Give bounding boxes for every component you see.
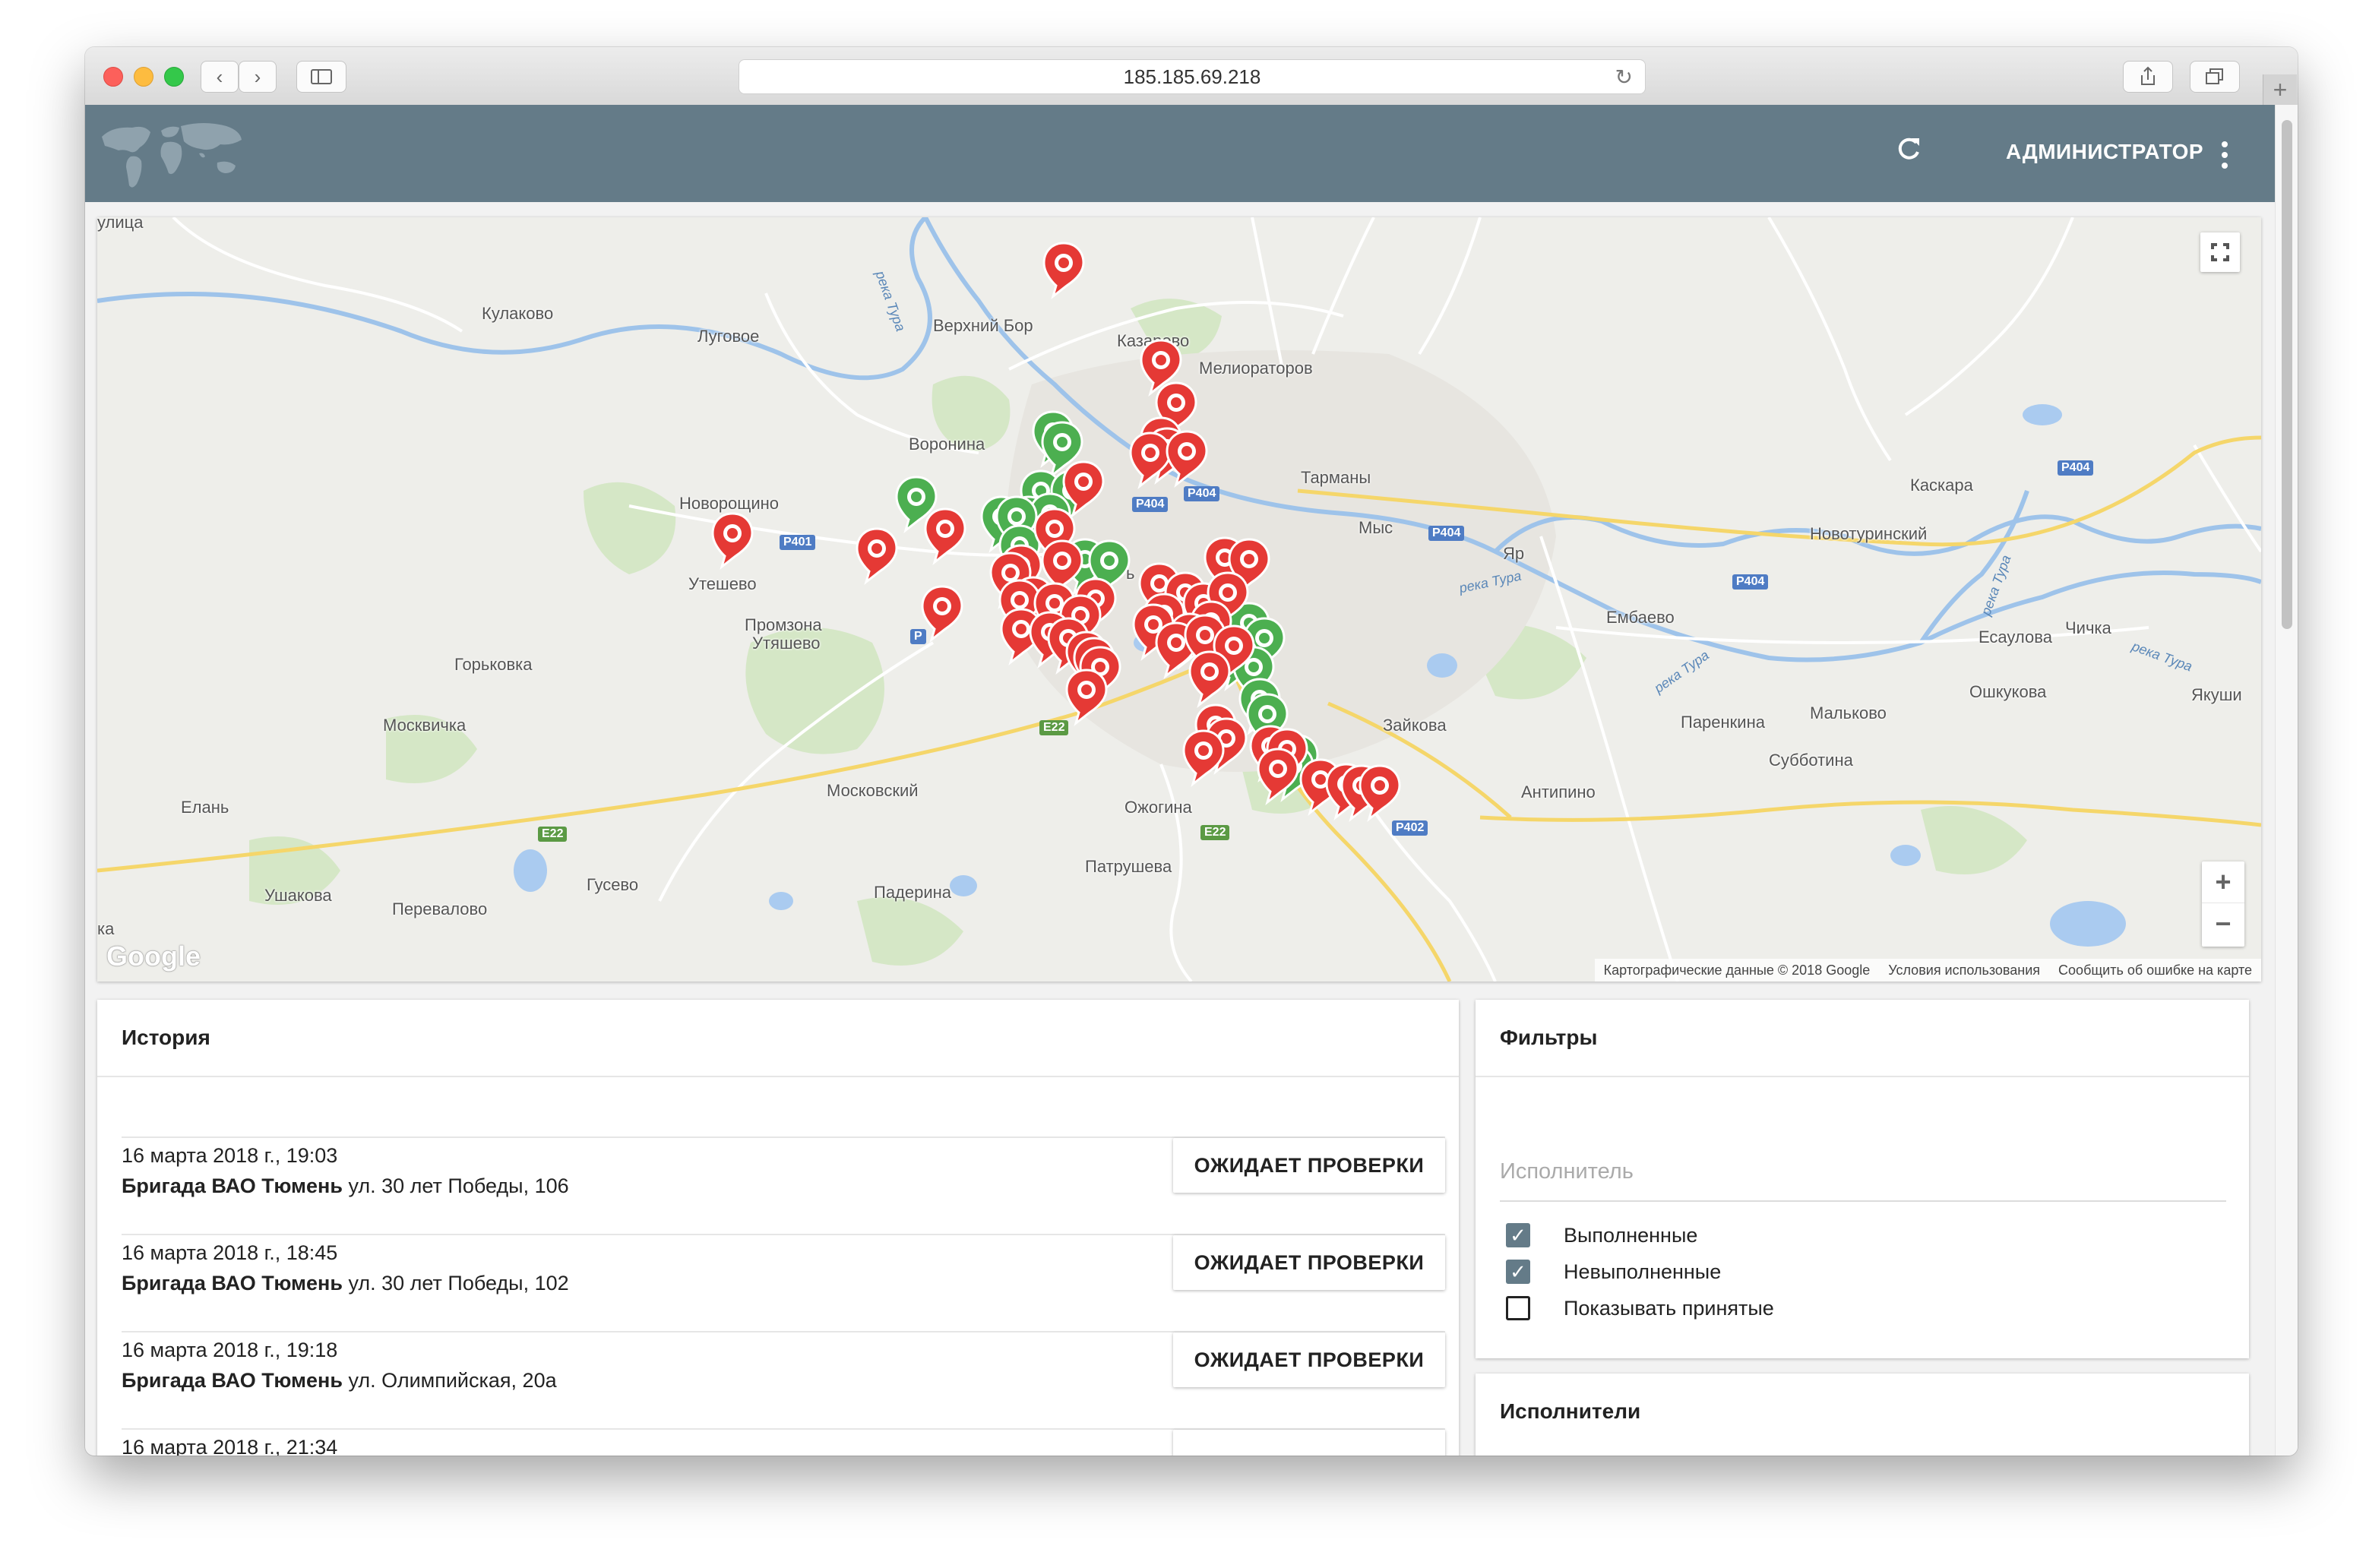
scrollbar-thumb[interactable] (2282, 120, 2292, 629)
red-map-marker-icon[interactable] (856, 527, 898, 586)
history-date: 16 марта 2018 г., 19:03 (122, 1144, 338, 1167)
refresh-icon (1898, 138, 1919, 160)
map-markers-layer (711, 242, 1401, 823)
user-menu-label[interactable]: АДМИНИСТРАТОР (2006, 140, 2203, 164)
tabs-overview-button[interactable] (2190, 61, 2240, 93)
history-team: Бригада ВАО Тюмень (122, 1174, 343, 1197)
red-map-marker-icon[interactable] (924, 507, 966, 566)
red-map-marker-icon[interactable] (1065, 669, 1108, 727)
status-button[interactable] (1173, 1430, 1445, 1456)
browser-window: ‹ › 185.185.69.218 ↻ + АДМИНИСТРАТОР ули… (85, 47, 2298, 1456)
map-view[interactable]: улица Кулаково Луговое Верхний Бор Казар… (97, 217, 2261, 982)
history-address: ул. Олимпийская, 20а (348, 1369, 557, 1392)
filter-show-accepted[interactable]: Показывать принятые (1506, 1293, 1774, 1323)
refresh-button[interactable] (1886, 131, 1931, 176)
fullscreen-icon (2211, 243, 2229, 261)
url-text: 185.185.69.218 (1123, 65, 1261, 88)
attribution-report-link[interactable]: Сообщить об ошибке на карте (2058, 963, 2252, 978)
google-logo: Google (106, 940, 201, 972)
history-card: История 16 марта 2018 г., 19:03 Бригада … (97, 1000, 1459, 1456)
history-row: 16 марта 2018 г., 21:34 (122, 1428, 1445, 1456)
history-team: Бригада ВАО Тюмень (122, 1369, 343, 1392)
close-window-button[interactable] (103, 67, 123, 87)
red-map-marker-icon[interactable] (1129, 432, 1172, 490)
filter-not-completed-label: Невыполненные (1564, 1260, 1722, 1283)
executors-card: Исполнители (1476, 1374, 2249, 1456)
executor-field[interactable]: Исполнитель (1500, 1159, 2226, 1202)
red-map-marker-icon[interactable] (1359, 764, 1401, 823)
history-title: История (122, 1026, 210, 1049)
history-date: 16 марта 2018 г., 21:34 (122, 1436, 338, 1456)
sidebar-icon (311, 69, 332, 84)
history-row: 16 марта 2018 г., 18:45 Бригада ВАО Тюме… (122, 1234, 1445, 1332)
filters-divider (1476, 1076, 2249, 1077)
browser-titlebar: ‹ › 185.185.69.218 ↻ + (85, 47, 2298, 106)
filters-title: Фильтры (1500, 1026, 1598, 1049)
reload-icon[interactable]: ↻ (1615, 65, 1633, 90)
filters-card: Фильтры Исполнитель ✓ Выполненные ✓ Невы… (1476, 1000, 2249, 1358)
status-button[interactable]: ОЖИДАЕТ ПРОВЕРКИ (1173, 1138, 1445, 1193)
zoom-out-button[interactable]: − (2202, 903, 2244, 946)
status-button[interactable]: ОЖИДАЕТ ПРОВЕРКИ (1173, 1332, 1445, 1387)
history-details: Бригада ВАО Тюмень ул. 30 лет Победы, 10… (122, 1174, 569, 1198)
zoom-in-button[interactable]: + (2202, 861, 2244, 903)
attribution-data: Картографические данные © 2018 Google (1603, 962, 1871, 978)
fullscreen-button[interactable] (2200, 232, 2240, 272)
filter-not-completed[interactable]: ✓ Невыполненные (1506, 1257, 1721, 1287)
history-row: 16 марта 2018 г., 19:03 Бригада ВАО Тюме… (122, 1136, 1445, 1235)
app-header: АДМИНИСТРАТОР (85, 105, 2275, 202)
checkbox-checked-icon[interactable]: ✓ (1506, 1260, 1530, 1284)
history-address: ул. 30 лет Победы, 102 (348, 1272, 569, 1295)
forward-button[interactable]: › (239, 61, 277, 93)
status-button[interactable]: ОЖИДАЕТ ПРОВЕРКИ (1173, 1235, 1445, 1290)
more-vert-icon[interactable] (2209, 132, 2240, 178)
history-divider (97, 1076, 1459, 1077)
red-map-marker-icon[interactable] (711, 512, 754, 571)
sidebar-toggle-button[interactable] (296, 61, 346, 93)
red-map-marker-icon[interactable] (1188, 650, 1231, 709)
checkbox-unchecked-icon[interactable] (1506, 1296, 1530, 1320)
red-map-marker-icon[interactable] (1042, 242, 1085, 300)
history-address: ул. 30 лет Победы, 106 (348, 1174, 569, 1197)
zoom-controls: + − (2202, 861, 2244, 947)
page-scrollbar[interactable] (2275, 105, 2298, 1456)
minimize-window-button[interactable] (134, 67, 153, 87)
filter-show-accepted-label: Показывать принятые (1564, 1296, 1774, 1320)
share-button[interactable] (2123, 61, 2173, 93)
chevron-right-icon: › (254, 65, 261, 88)
history-details: Бригада ВАО Тюмень ул. Олимпийская, 20а (122, 1369, 557, 1393)
red-map-marker-icon[interactable] (921, 585, 963, 643)
back-button[interactable]: ‹ (201, 61, 239, 93)
history-row: 16 марта 2018 г., 19:18 Бригада ВАО Тюме… (122, 1331, 1445, 1430)
share-icon (2141, 66, 2155, 85)
world-map-logo-icon (102, 123, 242, 188)
map-attribution: Картографические данные © 2018 Google Ус… (1594, 959, 2261, 982)
history-team: Бригада ВАО Тюмень (122, 1272, 343, 1295)
red-map-marker-icon[interactable] (1166, 430, 1208, 488)
executors-title: Исполнители (1500, 1399, 1641, 1423)
address-bar[interactable]: 185.185.69.218 ↻ (739, 59, 1646, 94)
history-date: 16 марта 2018 г., 19:18 (122, 1339, 338, 1361)
history-date: 16 марта 2018 г., 18:45 (122, 1241, 338, 1264)
new-tab-button[interactable]: + (2263, 74, 2297, 105)
chevron-left-icon: ‹ (216, 65, 223, 88)
filter-completed-label: Выполненные (1564, 1223, 1698, 1247)
filter-completed[interactable]: ✓ Выполненные (1506, 1220, 1697, 1250)
history-details: Бригада ВАО Тюмень ул. 30 лет Победы, 10… (122, 1272, 569, 1295)
red-map-marker-icon[interactable] (1182, 729, 1225, 788)
checkbox-checked-icon[interactable]: ✓ (1506, 1223, 1530, 1247)
attribution-terms-link[interactable]: Условия использования (1888, 963, 2040, 978)
red-map-marker-icon[interactable] (1257, 748, 1299, 806)
tabs-icon (2206, 68, 2223, 84)
zoom-window-button[interactable] (164, 67, 184, 87)
